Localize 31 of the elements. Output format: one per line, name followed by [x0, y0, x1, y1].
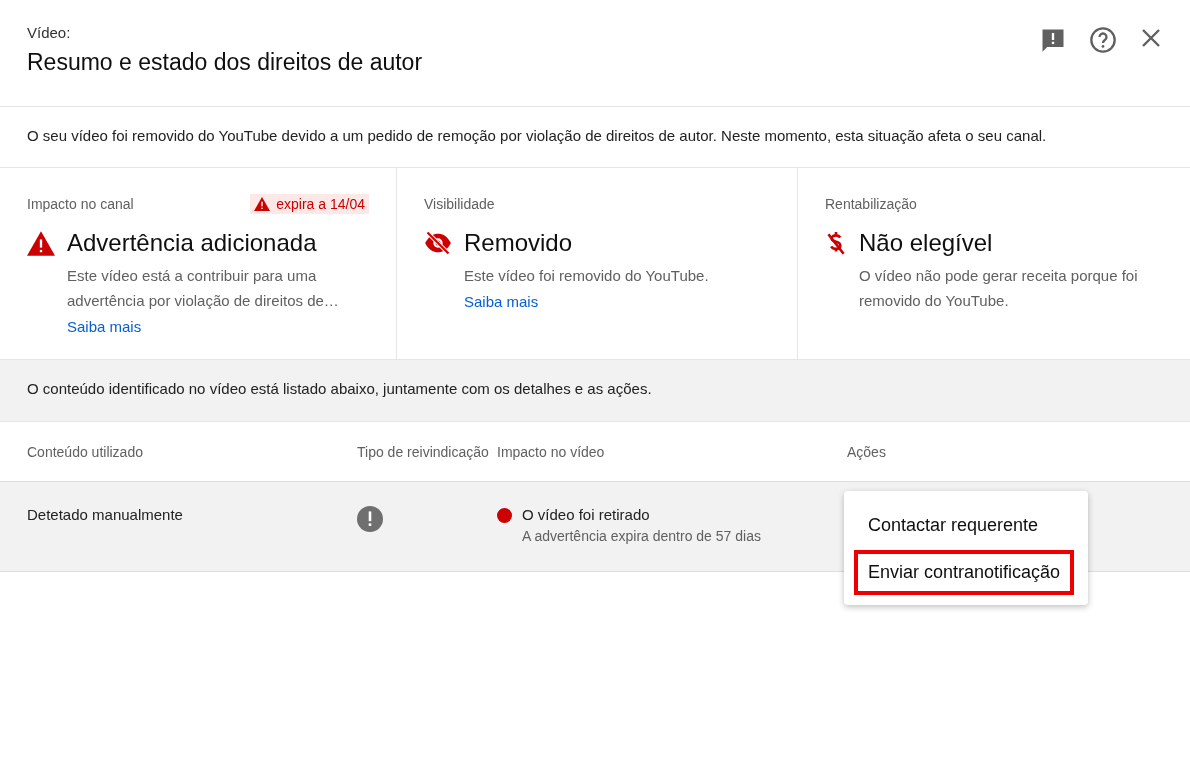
- card-label: Impacto no canal: [27, 196, 134, 212]
- warning-icon: [254, 197, 271, 211]
- learn-more-link[interactable]: Saiba mais: [67, 318, 142, 335]
- expiry-text: expira a 14/04: [276, 196, 365, 212]
- table-cell-text: Detetado manualmente: [27, 505, 184, 525]
- warning-icon: [27, 231, 55, 256]
- card-description: Este vídeo está a contribuir para uma advertência por violação de direitos de…: [67, 266, 340, 311]
- info-text: O conteúdo identificado no vídeo está listado abaixo, juntamente com os detalhes e as ações.: [0, 360, 1190, 422]
- card-title: Advertência adicionada: [67, 229, 318, 257]
- column-header: Tipo de reivindicação: [357, 443, 490, 460]
- learn-more-link[interactable]: Saiba mais: [464, 293, 539, 310]
- impact-detail: A advertência expira dentro de 57 dias: [522, 528, 761, 544]
- card-title: Removido: [464, 229, 574, 257]
- dollar-slash-icon: [825, 231, 847, 257]
- card-label: Visibilidade: [424, 196, 495, 212]
- menu-item[interactable]: Contactar requerente: [854, 503, 1075, 548]
- subtitle: Vídeo:: [27, 24, 72, 41]
- card-label: Rentabilização: [825, 196, 917, 212]
- help-icon[interactable]: [1089, 26, 1117, 54]
- exclamation-icon: [357, 506, 383, 532]
- card-description: O vídeo não pode gerar receita porque foi removido do YouTube.: [859, 266, 1139, 311]
- column-header: Conteúdo utilizado: [27, 443, 144, 460]
- card-title: Não elegível: [859, 229, 994, 257]
- dialog-title: Resumo e estado dos direitos de autor: [27, 49, 423, 76]
- table-cell-text: O vídeo foi retirado: [522, 506, 651, 523]
- column-header: Impacto no vídeo: [497, 443, 606, 460]
- card-description: Este vídeo foi removido do YouTube.: [464, 266, 709, 286]
- removal-notice: O seu vídeo foi removido do YouTube devido a um pedido de remoção por violação de direitos de autor. Neste momento, esta situação afeta o seu canal.: [0, 107, 1190, 168]
- eye-slash-icon: [424, 231, 452, 255]
- column-header: Ações: [847, 443, 887, 460]
- menu-item[interactable]: Enviar contranotificação: [854, 550, 1075, 595]
